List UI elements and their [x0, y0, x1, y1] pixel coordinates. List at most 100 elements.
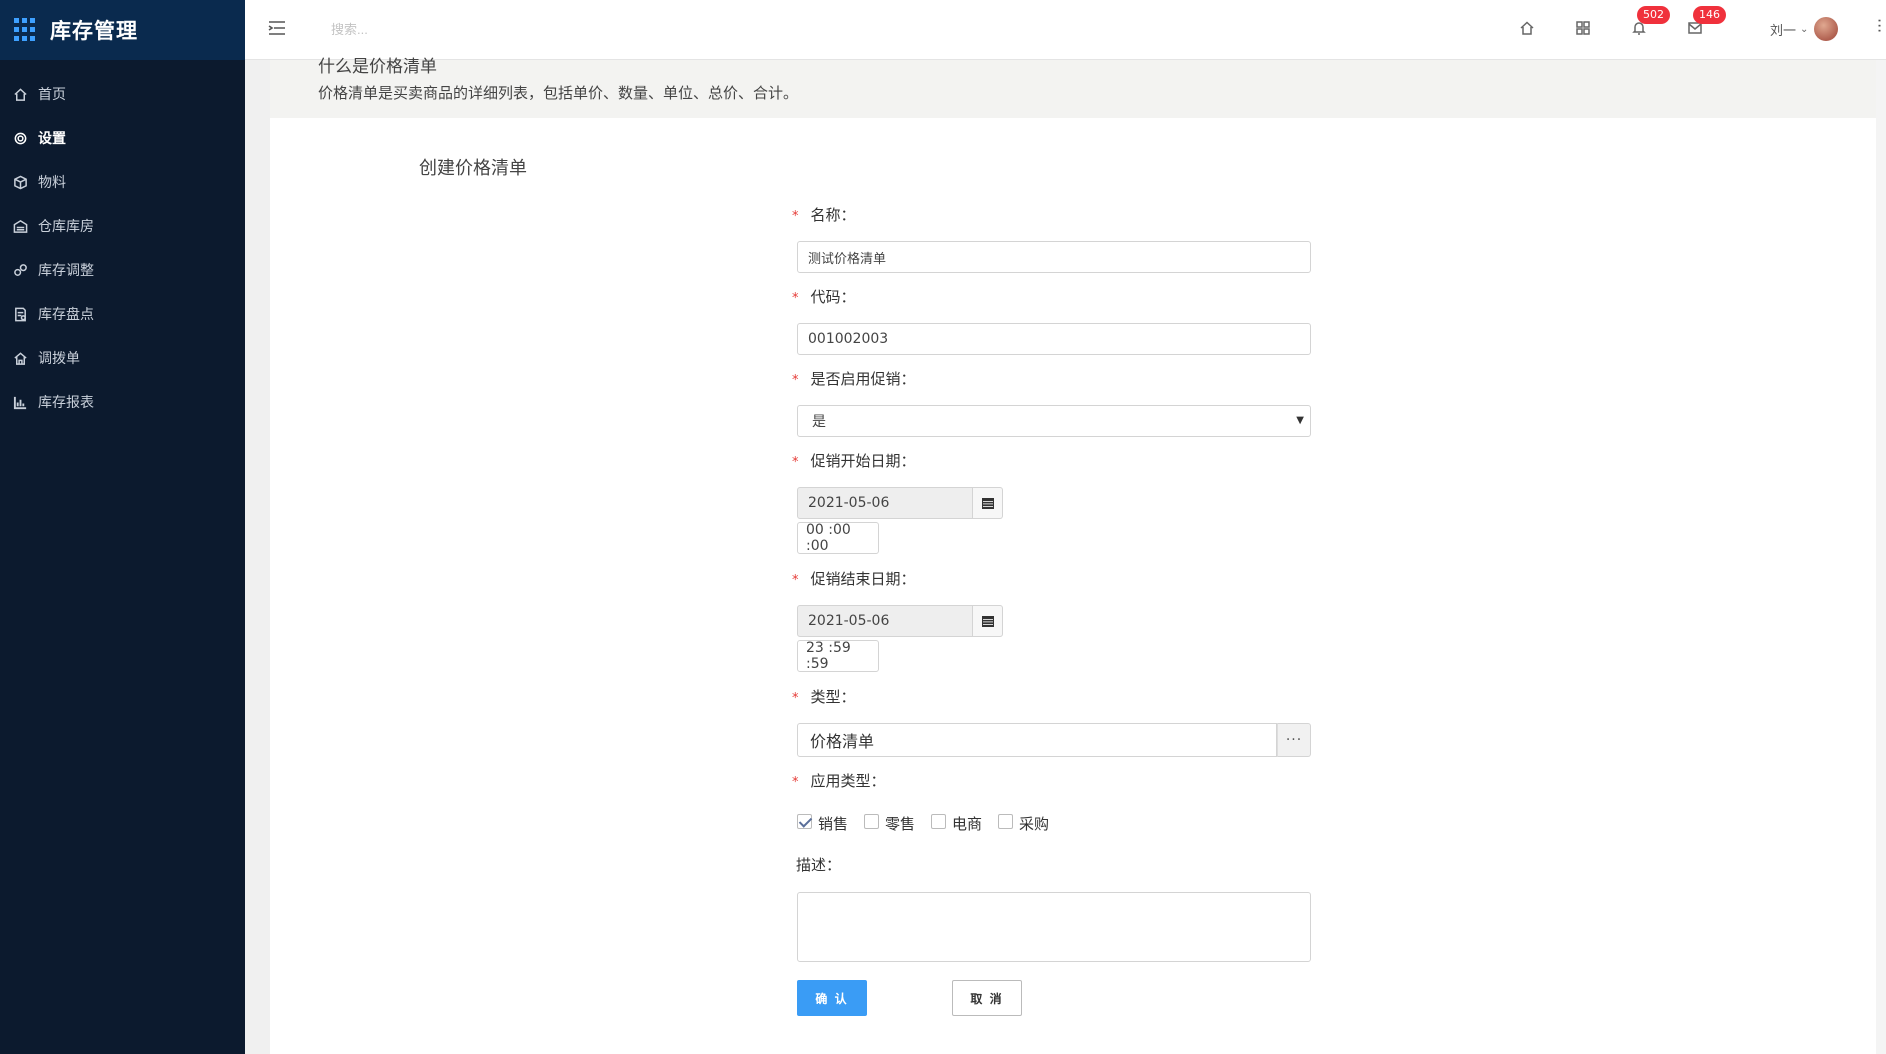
app-type-label: * 应用类型：	[792, 770, 886, 791]
calendar-icon[interactable]	[973, 605, 1003, 637]
bell-icon[interactable]: 502	[1629, 6, 1670, 38]
type-label: * 类型：	[792, 686, 856, 707]
required-mark: *	[792, 691, 799, 706]
app-type-checkboxes: 销售 零售 电商 采购	[797, 813, 1065, 834]
search-input[interactable]	[331, 16, 631, 42]
sidebar-item-warehouse[interactable]: 仓库库房	[0, 204, 245, 248]
required-mark: *	[792, 573, 799, 588]
app-type-label-text: 应用类型：	[810, 772, 886, 790]
name-field[interactable]	[797, 241, 1311, 273]
sidebar-item-transfer[interactable]: 调拨单	[0, 336, 245, 380]
sidebar-item-label: 物料	[38, 175, 66, 191]
apps-icon[interactable]	[1573, 18, 1593, 38]
start-time-field[interactable]: 00 :00 :00	[797, 522, 879, 554]
app-title: 库存管理	[50, 19, 138, 43]
sidebar-item-label: 调拨单	[38, 351, 80, 367]
messages-badge: 146	[1693, 6, 1726, 24]
sidebar-item-label: 库存调整	[38, 263, 94, 279]
user-menu[interactable]: 刘一 ⌄	[1770, 14, 1839, 44]
required-mark: *	[792, 291, 799, 306]
user-name: 刘一	[1770, 23, 1797, 39]
checkbox-label: 采购	[1019, 815, 1050, 833]
name-label-text: 名称：	[810, 206, 856, 224]
info-title: 什么是价格清单	[318, 57, 437, 77]
end-date-field[interactable]: 2021-05-06	[797, 605, 973, 637]
sidebar-item-label: 设置	[38, 131, 66, 147]
checkbox-checked-icon[interactable]	[797, 814, 812, 829]
checkbox-sales[interactable]: 销售	[797, 813, 848, 834]
warehouse-icon	[12, 218, 28, 234]
form-title: 创建价格清单	[419, 158, 527, 179]
main-content: 什么是价格清单 价格清单是买卖商品的详细列表，包括单价、数量、单位、总价、合计。…	[270, 57, 1876, 1054]
type-label-text: 类型：	[810, 688, 856, 706]
sidebar-item-label: 库存盘点	[38, 307, 94, 323]
end-date-label-text: 促销结束日期：	[810, 570, 916, 588]
sidebar-item-label: 仓库库房	[38, 219, 94, 235]
end-date-label: * 促销结束日期：	[792, 568, 916, 589]
sidebar-item-label: 首页	[38, 87, 66, 103]
transfer-icon	[12, 350, 28, 366]
checkbox-label: 电商	[952, 815, 983, 833]
more-horizontal-icon[interactable]: ···	[1277, 723, 1311, 757]
info-panel: 什么是价格清单 价格清单是买卖商品的详细列表，包括单价、数量、单位、总价、合计。	[270, 57, 1876, 118]
confirm-button[interactable]: 确 认	[797, 980, 867, 1016]
checkbox-purchase[interactable]: 采购	[998, 813, 1049, 834]
calendar-icon[interactable]	[973, 487, 1003, 519]
notifications-badge: 502	[1637, 6, 1670, 24]
topbar: 502 146 刘一 ⌄ ···	[245, 0, 1886, 60]
checkbox-unchecked-icon[interactable]	[931, 814, 947, 829]
code-label: * 代码：	[792, 286, 856, 307]
gear-icon	[12, 130, 28, 146]
required-mark: *	[792, 775, 799, 790]
sidebar-menu: 首页 设置 物料 仓库库房 库存调整 库存盘点 调拨单 库存报表	[0, 60, 245, 424]
start-date-label-text: 促销开始日期：	[810, 452, 916, 470]
chevron-down-icon: ⌄	[1800, 23, 1809, 35]
checkbox-label: 销售	[818, 815, 849, 833]
promo-select[interactable]: 是 ▼	[797, 405, 1311, 437]
apps-grid-icon	[14, 18, 38, 42]
promo-select-value: 是	[812, 414, 826, 430]
checkbox-retail[interactable]: 零售	[864, 813, 915, 834]
start-date-field[interactable]: 2021-05-06	[797, 487, 973, 519]
bar-chart-icon	[12, 394, 28, 410]
name-label: * 名称：	[792, 204, 856, 225]
home-icon	[12, 86, 28, 102]
avatar	[1814, 17, 1839, 41]
required-mark: *	[792, 455, 799, 470]
checkbox-label: 零售	[885, 815, 916, 833]
start-date-label: * 促销开始日期：	[792, 450, 916, 471]
cube-icon	[12, 174, 28, 190]
required-mark: *	[792, 373, 799, 388]
checkbox-unchecked-icon[interactable]	[998, 814, 1014, 829]
adjust-icon	[12, 262, 28, 278]
code-field[interactable]	[797, 323, 1311, 355]
brand-header[interactable]: 库存管理	[0, 0, 245, 60]
caret-down-icon: ▼	[1296, 415, 1304, 426]
description-label: 描述：	[796, 856, 842, 874]
scrollbar[interactable]	[1876, 60, 1886, 1054]
cancel-button[interactable]: 取 消	[952, 980, 1022, 1016]
sidebar-item-stock-check[interactable]: 库存盘点	[0, 292, 245, 336]
sidebar-item-home[interactable]: 首页	[0, 72, 245, 116]
info-description: 价格清单是买卖商品的详细列表，包括单价、数量、单位、总价、合计。	[318, 84, 799, 102]
more-vertical-icon[interactable]: ···	[1870, 18, 1886, 33]
home-nav-icon[interactable]	[1517, 18, 1537, 38]
promo-label-text: 是否启用促销：	[810, 370, 916, 388]
sidebar-item-settings[interactable]: 设置	[0, 116, 245, 160]
mail-icon[interactable]: 146	[1685, 6, 1726, 38]
checkbox-ecommerce[interactable]: 电商	[931, 813, 982, 834]
promo-label: * 是否启用促销：	[792, 368, 916, 389]
end-time-field[interactable]: 23 :59 :59	[797, 640, 879, 672]
inventory-check-icon	[12, 306, 28, 322]
type-field[interactable]: 价格清单	[797, 723, 1277, 757]
code-label-text: 代码：	[810, 288, 856, 306]
sidebar-item-materials[interactable]: 物料	[0, 160, 245, 204]
required-mark: *	[792, 209, 799, 224]
checkbox-unchecked-icon[interactable]	[864, 814, 880, 829]
description-field[interactable]	[797, 892, 1311, 962]
sidebar: 库存管理 首页 设置 物料 仓库库房 库存调整 库存盘点 调拨单 库存报表	[0, 0, 245, 1054]
sidebar-item-stock-report[interactable]: 库存报表	[0, 380, 245, 424]
menu-toggle-icon[interactable]	[267, 18, 287, 38]
sidebar-item-label: 库存报表	[38, 395, 94, 411]
sidebar-item-stock-adjust[interactable]: 库存调整	[0, 248, 245, 292]
